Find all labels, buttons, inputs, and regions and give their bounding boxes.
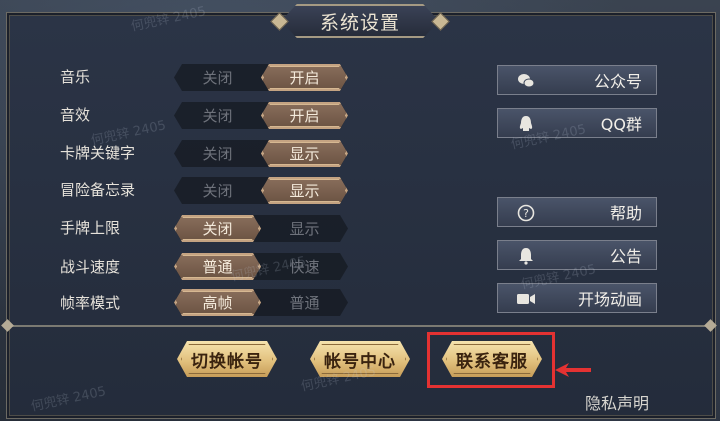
toggle-sfx: 关闭 开启 xyxy=(174,102,348,129)
setting-label-sfx: 音效 xyxy=(60,106,91,124)
wechat-icon xyxy=(516,71,536,91)
title-right-diamond-icon xyxy=(431,12,450,31)
toggle-sfx-off[interactable]: 关闭 xyxy=(174,102,261,129)
announcement-label: 公告 xyxy=(609,247,642,266)
toggle-card-keywords-show[interactable]: 显示 xyxy=(261,140,348,167)
page-title: 系统设置 xyxy=(319,11,400,34)
qq-group-button[interactable]: QQ群 xyxy=(497,108,657,138)
opening-animation-label: 开场动画 xyxy=(577,290,642,309)
title-left-diamond-icon xyxy=(270,12,289,31)
svg-text:?: ? xyxy=(523,207,529,220)
help-label: 帮助 xyxy=(609,204,642,223)
toggle-adventure-memo-show[interactable]: 显示 xyxy=(261,177,348,204)
account-center-button[interactable]: 帐号中心 xyxy=(310,341,410,377)
video-icon xyxy=(516,289,536,309)
toggle-adventure-memo-off[interactable]: 关闭 xyxy=(174,177,261,204)
toggle-music-on[interactable]: 开启 xyxy=(261,64,348,91)
switch-account-button[interactable]: 切换帐号 xyxy=(177,341,277,377)
help-icon: ? xyxy=(516,203,536,223)
qq-group-label: QQ群 xyxy=(600,115,642,134)
wechat-official-button[interactable]: 公众号 xyxy=(497,65,657,95)
toggle-hand-limit-show[interactable]: 显示 xyxy=(261,215,348,242)
account-center-label: 帐号中心 xyxy=(324,351,396,372)
toggle-battle-speed-fast[interactable]: 快速 xyxy=(261,253,348,280)
announcement-button[interactable]: 公告 xyxy=(497,240,657,270)
divider xyxy=(8,325,712,327)
toggle-music-off[interactable]: 关闭 xyxy=(174,64,261,91)
highlight-box xyxy=(427,332,555,388)
help-button[interactable]: ? 帮助 xyxy=(497,197,657,227)
setting-label-adventure-memo: 冒险备忘录 xyxy=(60,181,136,199)
setting-label-hand-limit: 手牌上限 xyxy=(60,219,121,237)
setting-label-battle-speed: 战斗速度 xyxy=(60,258,121,276)
toggle-framerate: 高帧 普通 xyxy=(174,289,348,316)
toggle-battle-speed-normal[interactable]: 普通 xyxy=(174,253,261,280)
toggle-framerate-normal[interactable]: 普通 xyxy=(261,289,348,316)
toggle-hand-limit-off[interactable]: 关闭 xyxy=(174,215,261,242)
switch-account-label: 切换帐号 xyxy=(191,351,263,372)
privacy-statement-link[interactable]: 隐私声明 xyxy=(585,390,649,414)
setting-label-music: 音乐 xyxy=(60,68,91,86)
toggle-card-keywords-off[interactable]: 关闭 xyxy=(174,140,261,167)
toggle-sfx-on[interactable]: 开启 xyxy=(261,102,348,129)
setting-label-card-keywords: 卡牌关键字 xyxy=(60,144,136,162)
toggle-hand-limit: 关闭 显示 xyxy=(174,215,348,242)
toggle-battle-speed: 普通 快速 xyxy=(174,253,348,280)
toggle-adventure-memo: 关闭 显示 xyxy=(174,177,348,204)
toggle-music: 关闭 开启 xyxy=(174,64,348,91)
opening-animation-button[interactable]: 开场动画 xyxy=(497,283,657,313)
toggle-framerate-high[interactable]: 高帧 xyxy=(174,289,261,316)
title-plate: 系统设置 xyxy=(267,0,453,42)
setting-label-framerate: 帧率模式 xyxy=(60,294,121,312)
pointer-arrow-icon xyxy=(555,363,591,377)
toggle-card-keywords: 关闭 显示 xyxy=(174,140,348,167)
wechat-official-label: 公众号 xyxy=(593,72,642,91)
qq-icon xyxy=(516,114,536,134)
bell-icon xyxy=(516,246,536,266)
